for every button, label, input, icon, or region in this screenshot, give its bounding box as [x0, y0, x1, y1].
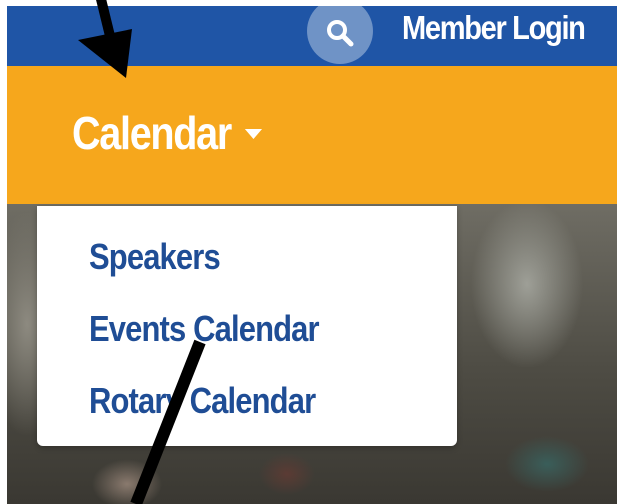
dropdown-item-speakers[interactable]: Speakers: [89, 236, 221, 278]
member-login-link[interactable]: Member Login: [402, 9, 586, 47]
search-button[interactable]: [307, 6, 373, 64]
top-bar: Member Login: [7, 6, 617, 66]
dropdown-item-rotary-calendar[interactable]: Rotary Calendar: [89, 380, 316, 422]
dropdown-item-events-calendar[interactable]: Events Calendar: [89, 308, 320, 350]
nav-item-calendar[interactable]: Calendar: [72, 106, 262, 160]
calendar-dropdown-menu: Speakers Events Calendar Rotary Calendar: [37, 206, 457, 446]
page-frame: Member Login Calendar Speakers Events Ca…: [7, 6, 617, 504]
search-icon: [327, 20, 354, 47]
caret-down-icon: [244, 128, 262, 139]
nav-calendar-label: Calendar: [72, 107, 232, 159]
nav-bar: Calendar: [7, 66, 617, 204]
